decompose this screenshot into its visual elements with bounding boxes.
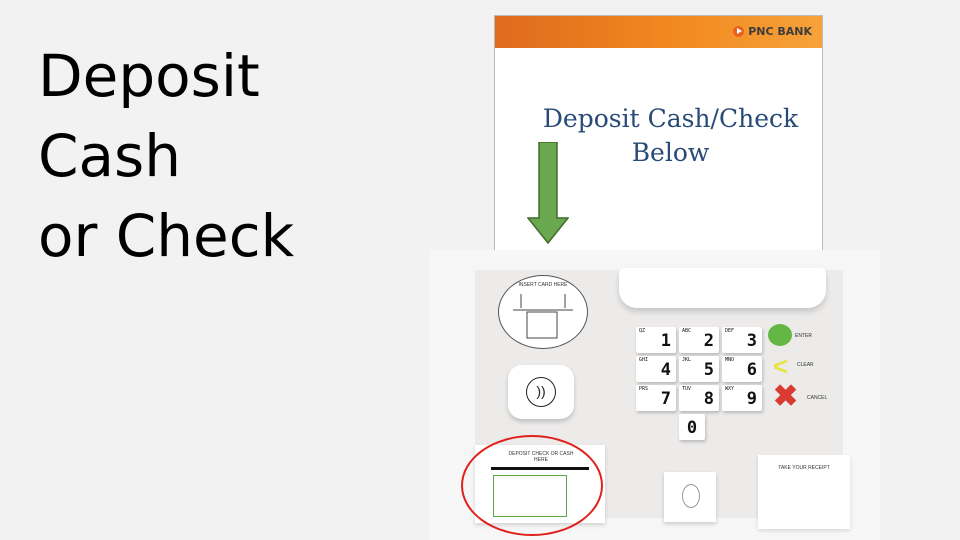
key-digit: 5 — [703, 360, 714, 380]
key-7[interactable]: PRS 7 — [636, 385, 676, 411]
key-letters: PRS — [639, 386, 649, 392]
highlight-circle — [461, 435, 603, 536]
key-2[interactable]: ABC 2 — [679, 327, 719, 353]
key-digit: 2 — [703, 331, 714, 351]
key-letters: TUV — [682, 386, 692, 392]
fingerprint-reader[interactable] — [664, 472, 716, 522]
fingerprint-icon — [682, 484, 700, 508]
receipt-printer-cover — [619, 268, 826, 308]
cancel-button[interactable]: ✖ — [773, 382, 798, 412]
key-letters: JKL — [682, 357, 692, 363]
key-6[interactable]: MNO 6 — [722, 356, 762, 382]
title-line-3: or Check — [38, 202, 295, 270]
key-letters: WXY — [725, 386, 735, 392]
key-letters: ABC — [682, 328, 692, 334]
slide-title: Deposit Cash or Check — [38, 36, 294, 276]
enter-label: ENTER — [795, 333, 812, 339]
key-9[interactable]: WXY 9 — [722, 385, 762, 411]
key-digit: 1 — [660, 331, 671, 351]
receipt-slot[interactable]: TAKE YOUR RECEIPT — [758, 455, 850, 529]
key-0[interactable]: 0 — [679, 414, 705, 440]
key-letters: GHI — [639, 357, 649, 363]
key-digit: 4 — [660, 360, 671, 380]
receipt-label: TAKE YOUR RECEIPT — [778, 465, 830, 471]
bank-brand: PNC BANK — [733, 25, 812, 38]
bank-name: PNC BANK — [748, 25, 812, 38]
key-5[interactable]: JKL 5 — [679, 356, 719, 382]
screen-message-line-1: Deposit Cash/Check — [542, 104, 799, 133]
key-3[interactable]: DEF 3 — [722, 327, 762, 353]
pnc-logo-icon — [733, 26, 745, 37]
key-letters: MNO — [725, 357, 735, 363]
card-reader[interactable]: INSERT CARD HERE — [498, 275, 588, 349]
contactless-reader[interactable]: )) — [508, 365, 574, 419]
title-line-2: Cash — [38, 122, 182, 190]
contactless-icon: )) — [526, 377, 556, 407]
key-digit: 7 — [660, 389, 671, 409]
key-4[interactable]: GHI 4 — [636, 356, 676, 382]
key-8[interactable]: TUV 8 — [679, 385, 719, 411]
key-1[interactable]: QZ 1 — [636, 327, 676, 353]
clear-button[interactable]: < — [773, 353, 788, 379]
key-digit: 3 — [746, 331, 757, 351]
key-digit: 9 — [746, 389, 757, 409]
down-arrow-icon — [527, 142, 569, 244]
key-digit: 0 — [686, 418, 698, 438]
key-digit: 6 — [746, 360, 757, 380]
clear-label: CLEAR — [797, 362, 814, 368]
key-letters: QZ — [639, 328, 646, 334]
enter-button[interactable] — [768, 324, 792, 346]
screen-header: PNC BANK — [495, 16, 822, 48]
title-line-1: Deposit — [38, 42, 260, 110]
card-slot-icon — [513, 294, 573, 339]
key-letters: DEF — [725, 328, 735, 334]
key-digit: 8 — [703, 389, 714, 409]
cancel-label: CANCEL — [807, 395, 828, 401]
